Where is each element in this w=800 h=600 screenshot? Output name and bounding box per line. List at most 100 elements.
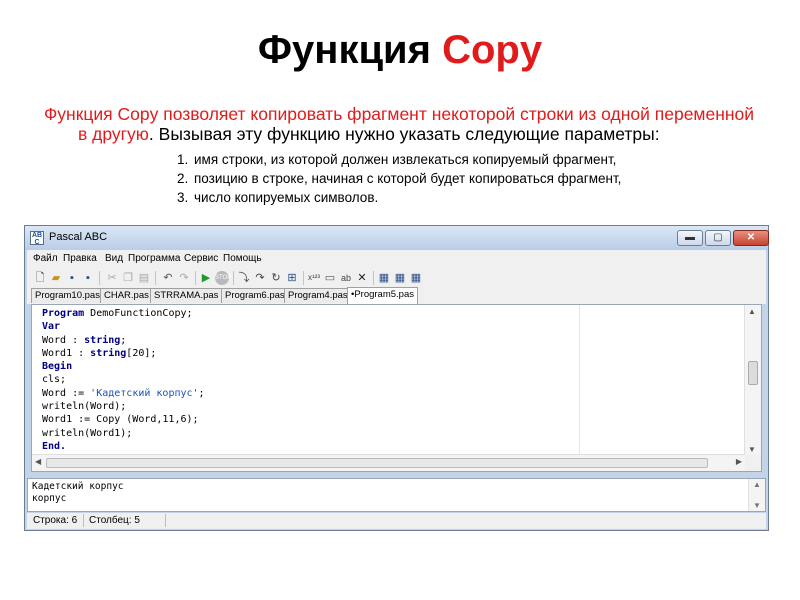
code-line[interactable]: Word1 : string[20]; bbox=[42, 347, 205, 360]
app-icon: AB C bbox=[30, 231, 44, 246]
step-into-icon[interactable]: ⤵ bbox=[237, 271, 251, 285]
options-icon[interactable]: ▦ bbox=[409, 271, 423, 285]
param-item: число копируемых символов. bbox=[192, 188, 764, 207]
minimize-button[interactable]: ▬ bbox=[677, 230, 703, 246]
compile-icon[interactable]: ▦ bbox=[377, 271, 391, 285]
output-pane[interactable]: Кадетский корпус корпус ▲ ▼ bbox=[27, 478, 766, 512]
menu-program[interactable]: Программа bbox=[128, 253, 180, 264]
undo-icon[interactable]: ↶ bbox=[161, 271, 175, 285]
param-item: имя строки, из которой должен извлекатьс… bbox=[192, 150, 764, 169]
slide-title-text: Функция bbox=[257, 28, 443, 72]
menu-edit[interactable]: Правка bbox=[63, 253, 97, 264]
vertical-scrollbar[interactable]: ▲ ▼ bbox=[744, 305, 761, 456]
step-over-icon[interactable]: ↷ bbox=[253, 271, 267, 285]
code-token: DemoFunctionCopy; bbox=[84, 308, 193, 319]
code-line[interactable]: Word : string; bbox=[42, 334, 205, 347]
code-keyword: Var bbox=[42, 321, 61, 333]
status-bar: Строка: 6 Столбец: 5 bbox=[27, 513, 766, 529]
code-token: Word1 := Copy (Word,11,6); bbox=[42, 414, 199, 426]
toolbar-divider bbox=[303, 271, 304, 285]
close-window-button[interactable]: ✕ bbox=[733, 230, 769, 246]
menu-help[interactable]: Помощь bbox=[223, 253, 262, 264]
scroll-down-icon[interactable]: ▼ bbox=[753, 501, 761, 510]
code-token: Word := bbox=[42, 387, 91, 399]
code-token: ; bbox=[120, 334, 127, 346]
code-editor[interactable]: Program DemoFunctionCopy; Var Word : strin… bbox=[31, 304, 762, 472]
toolbar: 🗋 ▰ ▪ ▪ ✂ ❐ ▤ ↶ ↷ ▶ STOP ⤵ ↷ ↻ ⊞ x¹²³ ▭ … bbox=[27, 268, 766, 289]
scroll-up-icon[interactable]: ▲ bbox=[753, 480, 761, 489]
step-out-icon[interactable]: ↻ bbox=[269, 271, 283, 285]
tab-program10[interactable]: Program10.pas bbox=[31, 288, 104, 303]
scroll-right-icon[interactable]: ▶ bbox=[736, 457, 742, 466]
code-line[interactable]: Begin bbox=[42, 360, 205, 373]
redo-icon[interactable]: ↷ bbox=[177, 271, 191, 285]
output-line: Кадетский корпус bbox=[32, 481, 124, 492]
locals-icon[interactable]: ab bbox=[339, 271, 353, 285]
menu-bar: Файл Правка Вид Программа Сервис Помощь bbox=[27, 250, 766, 268]
close-icon[interactable]: ✕ bbox=[355, 271, 369, 285]
save-all-icon[interactable]: ▪ bbox=[81, 271, 95, 285]
status-column: Столбец: 5 bbox=[89, 515, 140, 526]
watch-icon[interactable]: ▭ bbox=[323, 271, 337, 285]
breakpoint-icon[interactable]: ⊞ bbox=[285, 271, 299, 285]
description: Функция Copy позволяет копировать фрагме… bbox=[44, 104, 764, 207]
code-token: [20]; bbox=[126, 347, 157, 359]
compile-all-icon[interactable]: ▦ bbox=[393, 271, 407, 285]
params-list: имя строки, из которой должен извлекатьс… bbox=[192, 150, 764, 207]
code-line[interactable]: Program DemoFunctionCopy; bbox=[42, 307, 205, 320]
toolbar-divider bbox=[155, 271, 156, 285]
output-scrollbar[interactable]: ▲ ▼ bbox=[748, 479, 765, 511]
code-keyword: string bbox=[84, 334, 121, 346]
code-line[interactable]: Var bbox=[42, 320, 205, 333]
tab-program5[interactable]: •Program5.pas bbox=[347, 287, 418, 304]
right-margin-line bbox=[579, 305, 580, 456]
code-line[interactable]: Word1 := Copy (Word,11,6); bbox=[42, 413, 205, 426]
code-line[interactable]: writeln(Word1); bbox=[42, 427, 205, 440]
eval-icon[interactable]: x¹²³ bbox=[307, 271, 321, 285]
code-line[interactable]: writeln(Word); bbox=[42, 400, 205, 413]
tab-char[interactable]: CHAR.pas bbox=[100, 288, 153, 303]
code-token: Word : bbox=[42, 334, 85, 346]
scroll-up-icon[interactable]: ▲ bbox=[748, 307, 756, 316]
title-bar[interactable]: AB C Pascal ABC ▬ ▢ ✕ bbox=[25, 226, 769, 250]
tab-program4[interactable]: Program4.pas bbox=[284, 288, 352, 303]
output-line: корпус bbox=[32, 493, 67, 504]
copy-icon[interactable]: ❐ bbox=[121, 271, 135, 285]
scroll-down-icon[interactable]: ▼ bbox=[748, 445, 756, 454]
code-line[interactable]: Word := 'Кадетский корпус'; bbox=[42, 387, 205, 400]
scroll-thumb[interactable] bbox=[46, 458, 708, 468]
tab-strrama[interactable]: STRRAMA.pas bbox=[150, 288, 223, 303]
horizontal-scrollbar[interactable]: ◀ ▶ bbox=[32, 454, 745, 471]
code-keyword: string bbox=[90, 347, 127, 359]
scroll-corner bbox=[745, 455, 761, 471]
menu-view[interactable]: Вид bbox=[105, 253, 123, 264]
status-divider bbox=[165, 514, 166, 527]
new-file-icon[interactable]: 🗋 bbox=[33, 271, 47, 285]
toolbar-divider bbox=[195, 271, 196, 285]
code-string: 'Кадетский корпус' bbox=[90, 387, 199, 399]
menu-file[interactable]: Файл bbox=[33, 253, 58, 264]
window-title: Pascal ABC bbox=[49, 231, 108, 243]
stop-icon[interactable]: STOP bbox=[215, 271, 231, 285]
paste-icon[interactable]: ▤ bbox=[137, 271, 151, 285]
toolbar-divider bbox=[99, 271, 100, 285]
tab-program6[interactable]: Program6.pas bbox=[221, 288, 289, 303]
open-folder-icon[interactable]: ▰ bbox=[49, 271, 63, 285]
code-token: writeln(Word1); bbox=[42, 427, 133, 439]
cut-icon[interactable]: ✂ bbox=[105, 271, 119, 285]
save-icon[interactable]: ▪ bbox=[65, 271, 79, 285]
menu-service[interactable]: Сервис bbox=[184, 253, 218, 264]
toolbar-divider bbox=[373, 271, 374, 285]
code-line[interactable]: End. bbox=[42, 440, 205, 453]
run-icon[interactable]: ▶ bbox=[199, 271, 213, 285]
status-divider bbox=[83, 514, 84, 527]
code-token: writeln(Word); bbox=[42, 401, 127, 413]
code-line[interactable]: cls; bbox=[42, 373, 205, 386]
intro-black-text: . Вызывая эту функцию нужно указать след… bbox=[148, 124, 660, 144]
intro-paragraph: Функция Copy позволяет копировать фрагме… bbox=[44, 104, 764, 144]
toolbar-divider bbox=[233, 271, 234, 285]
maximize-button[interactable]: ▢ bbox=[705, 230, 731, 246]
scroll-thumb[interactable] bbox=[748, 361, 758, 385]
scroll-left-icon[interactable]: ◀ bbox=[35, 457, 41, 466]
code-text[interactable]: Program DemoFunctionCopy; Var Word : strin… bbox=[42, 307, 205, 453]
